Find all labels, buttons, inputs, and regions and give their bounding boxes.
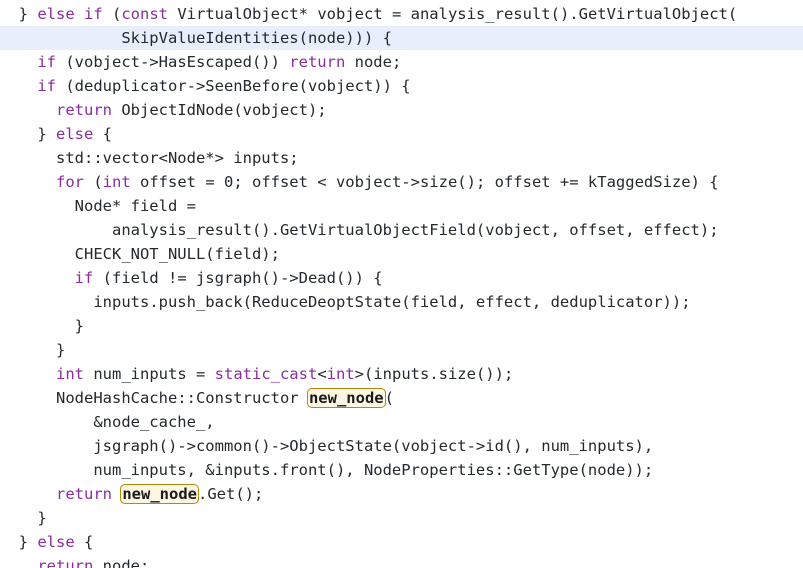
code-text: SkipValueIdentities(node))) {: [0, 29, 392, 47]
code-line[interactable]: &node_cache_,: [0, 410, 803, 434]
code-text: num_inputs =: [84, 365, 215, 383]
code-keyword: return: [37, 557, 94, 568]
code-text: node;: [93, 557, 150, 568]
code-keyword: return: [289, 53, 346, 71]
code-line[interactable]: if (field != jsgraph()->Dead()) {: [0, 266, 803, 290]
code-line[interactable]: std::vector<Node*> inputs;: [0, 146, 803, 170]
code-text: &node_cache_,: [0, 413, 215, 431]
code-viewer[interactable]: } else if (const VirtualObject* vobject …: [0, 0, 803, 568]
code-line[interactable]: CHECK_NOT_NULL(field);: [0, 242, 803, 266]
code-keyword: else: [37, 5, 75, 23]
code-line[interactable]: }: [0, 338, 803, 362]
code-text: }: [0, 125, 56, 143]
highlighted-symbol-occurrence[interactable]: new_node: [120, 484, 199, 504]
code-line[interactable]: }: [0, 314, 803, 338]
code-line[interactable]: }: [0, 506, 803, 530]
code-text: ObjectIdNode(vobject);: [112, 101, 327, 119]
code-text: (field != jsgraph()->Dead()) {: [93, 269, 383, 287]
code-keyword: if: [37, 77, 56, 95]
code-text: Node* field =: [0, 197, 196, 215]
code-keyword: int: [326, 365, 355, 383]
code-text: (: [384, 389, 394, 407]
code-text: jsgraph()->common()->ObjectState(vobject…: [0, 437, 654, 455]
code-text: analysis_result().GetVirtualObjectField(…: [0, 221, 719, 239]
code-text: <: [317, 365, 327, 383]
code-keyword: if: [74, 269, 94, 287]
code-line[interactable]: int num_inputs = static_cast<int>(inputs…: [0, 362, 803, 386]
code-line[interactable]: return new_node.Get();: [0, 482, 803, 506]
code-line[interactable]: return ObjectIdNode(vobject);: [0, 98, 803, 122]
code-text: (vobject->HasEscaped()): [56, 53, 290, 71]
code-keyword: for: [56, 173, 84, 191]
code-line[interactable]: for (int offset = 0; offset < vobject->s…: [0, 170, 803, 194]
code-text: (deduplicator->SeenBefore(vobject)) {: [56, 77, 411, 95]
code-line[interactable]: num_inputs, &inputs.front(), NodePropert…: [0, 458, 803, 482]
code-line[interactable]: } else {: [0, 122, 803, 146]
code-keyword: int: [102, 173, 131, 191]
code-text: }: [0, 509, 47, 527]
code-text: {: [74, 533, 94, 551]
code-text: }: [0, 317, 84, 335]
code-keyword: if: [84, 5, 103, 23]
code-line[interactable]: SkipValueIdentities(node))) {: [0, 26, 803, 50]
code-line[interactable]: } else {: [0, 530, 803, 554]
code-line[interactable]: jsgraph()->common()->ObjectState(vobject…: [0, 434, 803, 458]
code-text: offset = 0; offset < vobject->size(); of…: [130, 173, 719, 191]
code-line[interactable]: inputs.push_back(ReduceDeoptState(field,…: [0, 290, 803, 314]
code-text: CHECK_NOT_NULL(field);: [0, 245, 280, 263]
code-text: num_inputs, &inputs.front(), NodePropert…: [0, 461, 654, 479]
code-line[interactable]: Node* field =: [0, 194, 803, 218]
code-text: }: [0, 5, 38, 23]
code-keyword: return: [56, 101, 112, 119]
code-text: VirtualObject* vobject = analysis_result…: [168, 5, 738, 23]
code-text: inputs.push_back(ReduceDeoptState(field,…: [0, 293, 691, 311]
code-text: .Get();: [198, 485, 264, 503]
code-line[interactable]: NodeHashCache::Constructor new_node(: [0, 386, 803, 410]
code-keyword: const: [121, 5, 169, 23]
code-line[interactable]: return node;: [0, 554, 803, 568]
code-text: (: [102, 5, 122, 23]
code-text: (: [84, 173, 103, 191]
highlighted-symbol-occurrence[interactable]: new_node: [306, 388, 386, 408]
code-text: >(inputs.size());: [354, 365, 514, 383]
code-lines-container: } else if (const VirtualObject* vobject …: [0, 2, 803, 568]
code-text: }: [0, 533, 38, 551]
code-line[interactable]: analysis_result().GetVirtualObjectField(…: [0, 218, 803, 242]
code-line[interactable]: if (deduplicator->SeenBefore(vobject)) {: [0, 74, 803, 98]
code-keyword: static_cast: [214, 365, 318, 383]
code-keyword: else: [37, 533, 75, 551]
code-keyword: else: [56, 125, 94, 143]
code-text: NodeHashCache::Constructor: [0, 389, 308, 407]
code-text: std::vector<Node*> inputs;: [0, 149, 299, 167]
code-keyword: return: [56, 485, 112, 503]
code-text: {: [93, 125, 112, 143]
code-line[interactable]: if (vobject->HasEscaped()) return node;: [0, 50, 803, 74]
code-line[interactable]: } else if (const VirtualObject* vobject …: [0, 2, 803, 26]
code-keyword: if: [37, 53, 56, 71]
code-text: }: [0, 341, 66, 359]
code-text: node;: [345, 53, 402, 71]
code-keyword: int: [56, 365, 84, 383]
